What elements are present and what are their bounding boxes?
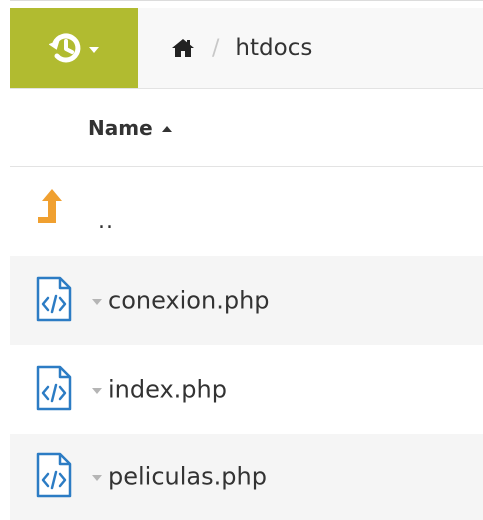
file-row[interactable]: conexion.php — [10, 256, 483, 345]
chevron-down-icon[interactable] — [92, 475, 102, 481]
sort-ascending-icon — [161, 125, 172, 132]
home-icon[interactable] — [172, 39, 194, 57]
breadcrumb-current-folder: htdocs — [235, 35, 313, 61]
file-name: conexion.php — [108, 285, 270, 314]
history-button[interactable] — [10, 8, 138, 88]
list-header: Name — [10, 89, 483, 167]
chevron-down-icon[interactable] — [92, 298, 102, 305]
breadcrumb-separator: / — [212, 35, 220, 61]
breadcrumb: / htdocs — [172, 8, 312, 88]
chevron-down-icon[interactable] — [92, 387, 102, 394]
parent-directory-label: .. — [98, 209, 114, 234]
file-browser: / htdocs Name .. conexion.php index.php … — [0, 0, 483, 520]
chevron-down-icon — [89, 47, 99, 53]
name-column-label: Name — [88, 115, 153, 140]
toolbar: / htdocs — [10, 8, 483, 89]
history-icon — [49, 31, 83, 65]
file-row[interactable]: index.php — [10, 345, 483, 434]
level-up-icon — [38, 189, 62, 227]
php-file-icon — [36, 365, 72, 415]
php-file-icon — [36, 452, 72, 502]
file-row[interactable]: peliculas.php — [10, 434, 483, 520]
file-name: peliculas.php — [108, 462, 267, 491]
file-name: index.php — [108, 374, 227, 403]
parent-directory-row[interactable]: .. — [10, 167, 483, 255]
php-file-icon — [36, 276, 72, 326]
name-column-header[interactable]: Name — [88, 89, 172, 166]
